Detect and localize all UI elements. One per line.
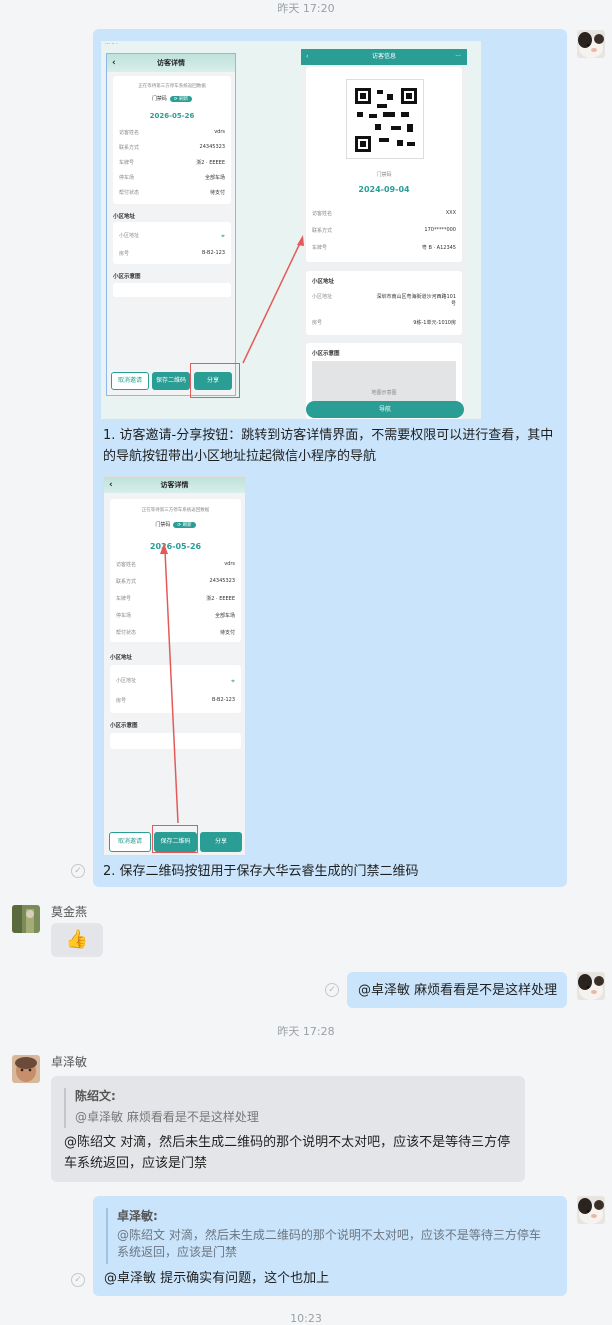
notice-text: 正在等待第三方停车系统返回数据: [141, 508, 210, 513]
read-status-icon: ✓: [325, 983, 339, 997]
address-section-title: 小区地址: [110, 655, 133, 661]
avatar-mojinyan[interactable]: [12, 905, 40, 933]
message-text-2: 2. 保存二维码按钮用于保存大华云睿生成的门禁二维码: [103, 864, 419, 879]
read-status-icon: ✓: [71, 864, 85, 878]
location-icon: ⌖: [231, 677, 235, 685]
quote-bar: [106, 1208, 108, 1264]
reply-message-bubble[interactable]: 陈绍文: @卓泽敏 麻烦看看是不是这样处理 @陈绍文 对滴，然后未生成二维码的那…: [51, 1076, 525, 1182]
timestamp: 昨天 17:28: [277, 1025, 335, 1038]
quote-text: @陈绍文 对滴，然后未生成二维码的那个说明不太对吧，应该不是等待三方停车系统返回…: [117, 1228, 541, 1259]
message-text: @陈绍文 对滴，然后未生成二维码的那个说明不太对吧，应该不是等待三方停车系统返回…: [64, 1135, 511, 1171]
sender-name: 莫金燕: [51, 905, 88, 919]
timestamp: 昨天 17:20: [277, 2, 335, 15]
quote-author: 陈绍文:: [75, 1089, 116, 1103]
thumbs-up-icon: 👍: [65, 929, 89, 950]
info-row: 小区地址 ⌖: [116, 677, 235, 685]
share-button[interactable]: 分享: [200, 832, 242, 852]
message-bubble-screenshots[interactable]: ··· ·· · ‹ 访客详情 正在等待第三方停车系统返回数据 门禁码 ⟳ 刷新 2…: [93, 29, 567, 887]
refresh-button[interactable]: ⟳ 刷新: [173, 522, 196, 528]
my-avatar[interactable]: [577, 972, 605, 1000]
info-row: 访客姓名 vdrs: [116, 561, 235, 568]
message-text: @卓泽敏 提示确实有问题，这个也加上: [104, 1271, 330, 1286]
info-row: 车牌号 浙2 · EEEEE: [116, 596, 235, 602]
my-avatar[interactable]: [577, 30, 605, 58]
message-bubble[interactable]: @卓泽敏 麻烦看看是不是这样处理: [347, 972, 567, 1008]
quote-bar: [64, 1088, 66, 1128]
page-title: 访客详情: [160, 481, 189, 489]
timestamp: 10:23: [290, 1312, 322, 1325]
info-row: 帮付状态 待支付: [116, 630, 235, 636]
annotation-arrow: [242, 235, 304, 364]
reply-message-bubble[interactable]: 卓泽敏: @陈绍文 对滴，然后未生成二维码的那个说明不太对吧，应该不是等待三方停…: [93, 1196, 567, 1296]
info-row: 联系方式 24345323: [116, 578, 235, 585]
screenshot-image-2[interactable]: ‹ 访客详情 正在等待第三方停车系统返回数据 门禁码 ⟳ 刷新 2026-05-26…: [103, 476, 246, 856]
quote-text: @卓泽敏 麻烦看看是不是这样处理: [75, 1110, 259, 1124]
avatar-zhuozemin[interactable]: [12, 1055, 40, 1083]
read-status-icon: ✓: [71, 1273, 85, 1287]
info-row: 停车场 全部车场: [116, 613, 235, 619]
back-icon: ‹: [109, 480, 113, 490]
sender-name: 卓泽敏: [51, 1055, 88, 1069]
visit-date: 2026-05-26: [149, 542, 202, 551]
cancel-invite-button[interactable]: 取消邀请: [109, 832, 151, 852]
door-code-label: 门禁码: [155, 522, 171, 528]
my-avatar[interactable]: [577, 1196, 605, 1224]
message-text: @卓泽敏 麻烦看看是不是这样处理: [358, 983, 558, 998]
map-section-title: 小区示意图: [110, 723, 138, 729]
quote-author: 卓泽敏:: [117, 1209, 158, 1223]
message-text-1: 1. 访客邀请-分享按钮：跳转到访客详情界面，不需要权限可以进行查看，其中的导航…: [103, 428, 554, 464]
info-row: 房号 B-B2-123: [116, 697, 235, 704]
emoji-message[interactable]: 👍: [51, 923, 103, 957]
screenshot-image-1[interactable]: ··· ·· · ‹ 访客详情 正在等待第三方停车系统返回数据 门禁码 ⟳ 刷新 2…: [101, 41, 481, 419]
highlight-box: [152, 825, 198, 853]
